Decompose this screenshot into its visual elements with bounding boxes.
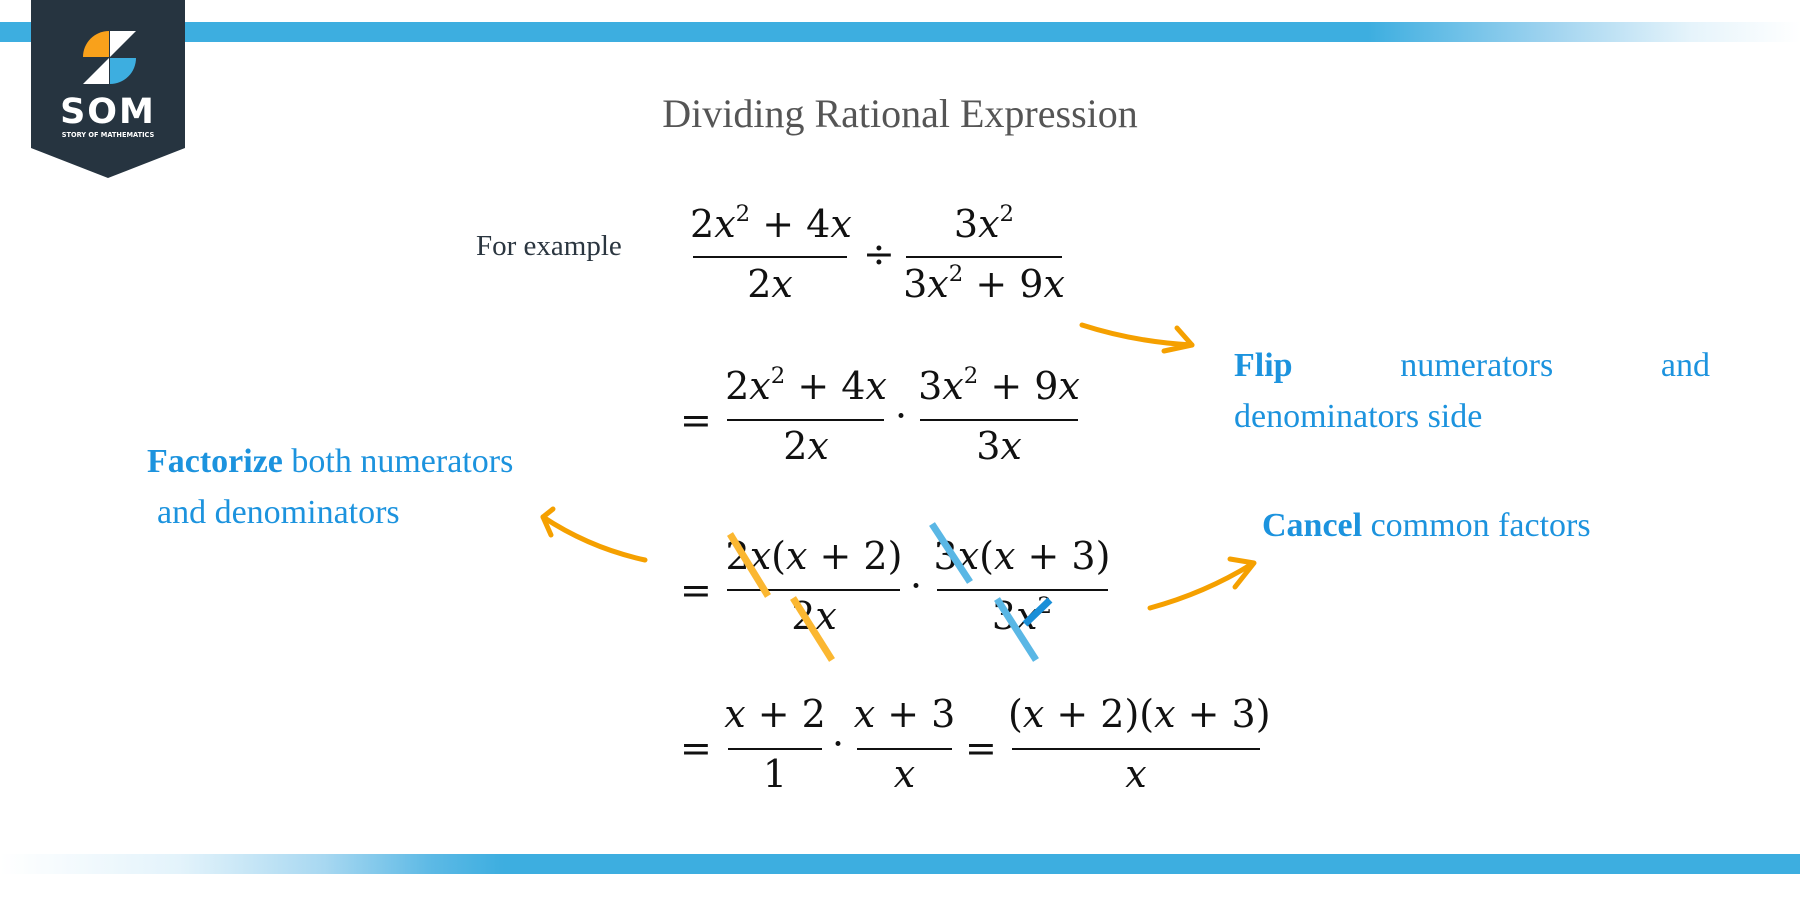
fraction-bar (693, 256, 847, 258)
fraction-bar (727, 589, 900, 591)
page-title: Dividing Rational Expression (662, 91, 1138, 136)
fraction-denominator: 3x (976, 424, 1022, 468)
fraction-denominator: 2x (747, 262, 793, 306)
fraction-denominator: 3x2 (991, 593, 1053, 638)
fraction-denominator: x (893, 752, 916, 796)
fraction-numerator: x + 2 (724, 692, 826, 736)
fraction-numerator: x + 3 (853, 692, 956, 736)
fraction-numerator: (x + 2)(x + 3) (1008, 692, 1271, 736)
equals-operator: = (680, 568, 712, 612)
fraction-denominator: x (1125, 752, 1147, 796)
cancel-note: Cancel common factors (1262, 500, 1591, 551)
multiply-operator: · (895, 394, 908, 438)
bottom-accent-bar (0, 854, 1800, 874)
flip-note-word: and (1660, 347, 1710, 384)
fraction-bar (920, 419, 1078, 421)
flip-note-line2: denominators side (1234, 398, 1483, 435)
fraction-bar (1012, 748, 1260, 750)
arrow-up-right-icon (1147, 556, 1257, 611)
fraction-bar (727, 419, 884, 421)
factorize-note-line2: and denominators (157, 494, 400, 531)
fraction-numerator: 2x(x + 2) (725, 534, 903, 578)
lesson-canvas: SOM STORY OF MATHEMATICS Dividing Ration… (0, 0, 1800, 900)
fraction-denominator: 1 (762, 752, 788, 796)
arrow-right-icon (1079, 322, 1195, 354)
flip-note: Flip numerators and denominators side (1234, 340, 1710, 442)
fraction-numerator: 3x2 (953, 201, 1015, 246)
fraction-numerator: 3x(x + 3) (933, 534, 1111, 578)
fraction-denominator: 3x2 + 9x (903, 261, 1065, 306)
fraction-denominator: 2x (783, 424, 829, 468)
multiply-operator: · (832, 722, 845, 766)
equals-operator: = (680, 398, 712, 442)
cancel-note-bold: Cancel (1262, 507, 1363, 544)
fraction-bar (728, 748, 822, 750)
divide-operator: ÷ (863, 232, 895, 276)
logo-badge-shape (31, 0, 185, 178)
factorize-note: Factorize both numerators and denominato… (147, 436, 587, 538)
fraction-bar (906, 256, 1062, 258)
factorize-note-bold: Factorize (147, 443, 283, 480)
fraction-numerator: 2x2 + 4x (725, 363, 887, 408)
fraction-numerator: 3x2 + 9x (918, 363, 1080, 408)
multiply-operator: · (910, 564, 923, 608)
flip-note-bold: Flip (1234, 347, 1293, 384)
fraction-bar (857, 748, 952, 750)
factorize-note-rest: both numerators (282, 443, 514, 480)
example-label: For example (476, 230, 622, 262)
flip-note-word: numerators (1400, 347, 1554, 384)
top-accent-bar (0, 22, 1800, 42)
fraction-numerator: 2x2 + 4x (690, 201, 852, 246)
fraction-denominator: 2x (791, 594, 837, 638)
equals-operator: = (680, 726, 712, 770)
cancel-note-rest: common factors (1362, 507, 1591, 544)
equals-operator: = (965, 726, 997, 770)
fraction-bar (937, 589, 1108, 591)
